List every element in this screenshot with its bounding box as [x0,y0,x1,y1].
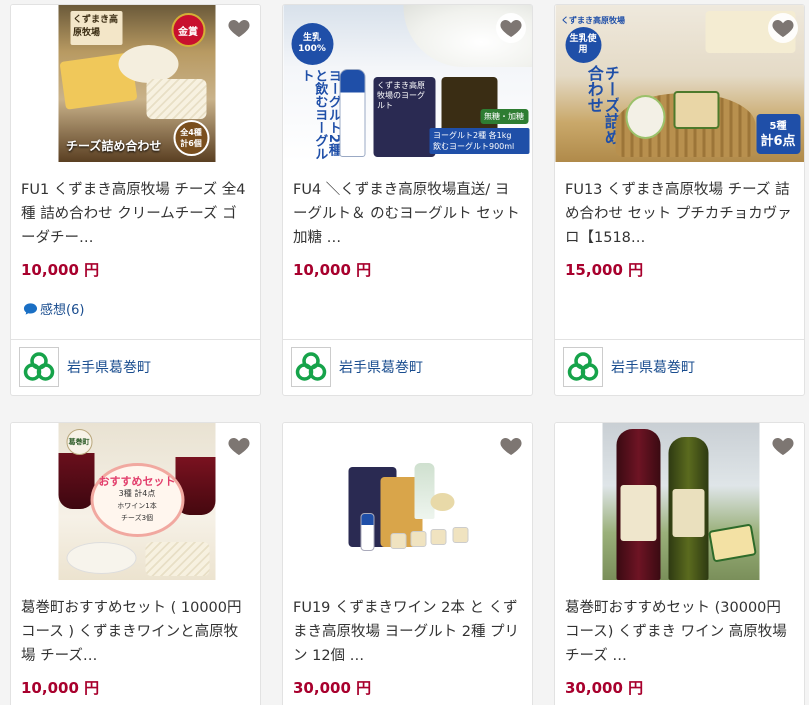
product-title[interactable]: 葛巻町おすすめセット (30000円コース) くずまき ワイン 高原牧場 チーズ… [565,596,794,668]
pudding-shape [430,493,454,511]
municipality-name[interactable]: 岩手県葛巻町 [611,357,695,377]
product-image[interactable]: 葛巻町 おすすめセット 3種 計4点 ホワイン1本 チーズ3個 [11,423,260,580]
pudding-cup-shape [390,533,406,549]
content-band-yogurt: ヨーグルト2種 [433,131,487,140]
product-card[interactable]: くずまき高原牧場 生乳使用 チーズ詰め合わせ 5種 計6点 FU13 くずまき高… [554,4,805,396]
favorite-heart-icon[interactable] [224,431,254,461]
product-price: 10,000 円 [21,261,100,279]
string-cheese-shape [145,542,209,576]
count-badge-top: 5種 [769,121,787,132]
badge-headline: おすすめセット [98,475,176,488]
content-band-kg: 各1kg [488,131,512,140]
drink-bottle-shape [360,513,374,551]
favorite-heart-icon[interactable] [768,431,798,461]
municipality-logo-icon [19,347,59,387]
municipality-logo-icon [291,347,331,387]
product-card[interactable]: 生乳100% ヨーグルト2種と飲むヨーグルト くずまき高原牧場のヨーグルト 無糖… [282,4,533,396]
speech-bubble-icon [23,302,38,315]
milk-badge: 生乳使用 [565,27,601,63]
product-title[interactable]: 葛巻町おすすめセット ( 10000円コース ) くずまきワインと高原牧場 チー… [21,596,250,668]
product-image[interactable]: 生乳100% ヨーグルト2種と飲むヨーグルト くずまき高原牧場のヨーグルト 無糖… [283,5,532,162]
municipality-link[interactable]: 岩手県葛巻町 [19,347,151,387]
badge-line2: ホワイン1本 [117,502,157,510]
municipality-name[interactable]: 岩手県葛巻町 [67,357,151,377]
count-badge: 全4種 計6個 [173,120,209,156]
badge-line3: チーズ3個 [120,514,154,522]
product-title[interactable]: FU19 くずまきワイン 2本 と くずまき高原牧場 ヨーグルト 2種 プリン … [293,596,522,668]
sugar-tag: 無糖・加糖 [480,109,528,124]
vertical-caption: チーズ詰め合わせ [585,65,619,145]
count-badge-bottom: 計6点 [760,134,796,149]
cheese-package-shape [707,523,757,563]
glass-bottle-shape [414,463,434,519]
content-band: ヨーグルト2種 各1kg 飲むヨーグルト900ml [429,128,529,154]
wine-label-shape [620,485,656,541]
municipality-logo-icon [563,347,603,387]
count-badge-main: 全4種 [180,128,202,137]
product-card[interactable]: FU19 くずまきワイン 2本 と くずまき高原牧場 ヨーグルト 2種 プリン … [282,422,533,705]
product-card[interactable]: くずまき高原牧場 金賞 チーズ詰め合わせ 全4種 計6個 FU1 くずまき高原牧… [10,4,261,396]
favorite-heart-icon[interactable] [496,431,526,461]
area-tag: 葛巻町 [66,429,92,455]
product-price: 10,000 円 [21,679,100,697]
municipality-link[interactable]: 岩手県葛巻町 [563,347,695,387]
wine-yogurt-pudding-photo [330,423,487,580]
count-badge: 5種 計6点 [756,114,800,154]
favorite-heart-icon[interactable] [768,13,798,43]
wine-glass-left-shape [58,453,94,509]
card-divider [555,339,804,340]
yogurt-pack-left: くずまき高原牧場のヨーグルト [373,77,435,157]
string-cheese-shape [146,79,206,119]
municipality-link[interactable]: 岩手県葛巻町 [291,347,423,387]
cream-cheese-shape [118,45,178,83]
product-image[interactable] [283,423,532,580]
product-title[interactable]: FU4 ＼くずまき高原牧場直送/ ヨーグルト＆ のむヨーグルト セット 加糖 … [293,178,522,250]
product-price: 15,000 円 [565,261,644,279]
review-link[interactable]: 感想(6) [23,299,84,318]
count-badge-sub: 計6個 [180,139,202,148]
product-title[interactable]: FU13 くずまき高原牧場 チーズ 詰め合わせ セット プチカチョカヴァロ【15… [565,178,794,250]
brand-label: くずまき高原牧場 [70,11,122,45]
product-grid: くずまき高原牧場 金賞 チーズ詰め合わせ 全4種 計6個 FU1 くずまき高原牧… [0,0,809,705]
product-price: 30,000 円 [293,679,372,697]
product-image[interactable]: くずまき高原牧場 金賞 チーズ詰め合わせ 全4種 計6個 [11,5,260,162]
badge-line1: 3種 計4点 [118,489,156,498]
wine-label-shape [672,489,704,537]
recommended-badge: おすすめセット 3種 計4点 ホワイン1本 チーズ3個 [90,463,184,537]
card-divider [283,339,532,340]
product-price: 30,000 円 [565,679,644,697]
product-price: 10,000 円 [293,261,372,279]
pudding-cup-shape [410,531,426,547]
product-image[interactable]: くずまき高原牧場 生乳使用 チーズ詰め合わせ 5種 計6点 [555,5,804,162]
image-caption: チーズ詰め合わせ [66,139,162,153]
content-band-drink: 飲むヨーグルト900ml [433,142,515,151]
card-divider [11,339,260,340]
wine-bottles-photo [602,423,759,580]
municipality-name[interactable]: 岩手県葛巻町 [339,357,423,377]
product-image[interactable] [555,423,804,580]
cream-cheese-shape [66,542,136,574]
vertical-caption: ヨーグルト2種と飲むヨーグルト [299,69,340,160]
product-card[interactable]: 葛巻町 おすすめセット 3種 計4点 ホワイン1本 チーズ3個 葛巻町おすすめセ… [10,422,261,705]
pudding-cup-shape [430,529,446,545]
brand-top-label: くずまき高原牧場 [561,16,625,25]
product-card[interactable]: 葛巻町おすすめセット (30000円コース) くずまき ワイン 高原牧場 チーズ… [554,422,805,705]
recommended-set-photo: 葛巻町 おすすめセット 3種 計4点 ホワイン1本 チーズ3個 [58,423,215,580]
milk-badge: 生乳100% [291,23,333,65]
cheese-package-shape [673,91,719,129]
award-badge: 金賞 [171,13,205,47]
cheese-package-shape [625,95,665,139]
cheese-assortment-photo: くずまき高原牧場 金賞 チーズ詰め合わせ 全4種 計6個 [58,5,215,162]
favorite-heart-icon[interactable] [496,13,526,43]
review-count: 感想(6) [40,303,85,318]
product-title[interactable]: FU1 くずまき高原牧場 チーズ 全4種 詰め合わせ クリームチーズ ゴーダチー… [21,178,250,250]
favorite-heart-icon[interactable] [224,13,254,43]
drink-bottle-shape [339,69,365,157]
pudding-cup-shape [452,527,468,543]
